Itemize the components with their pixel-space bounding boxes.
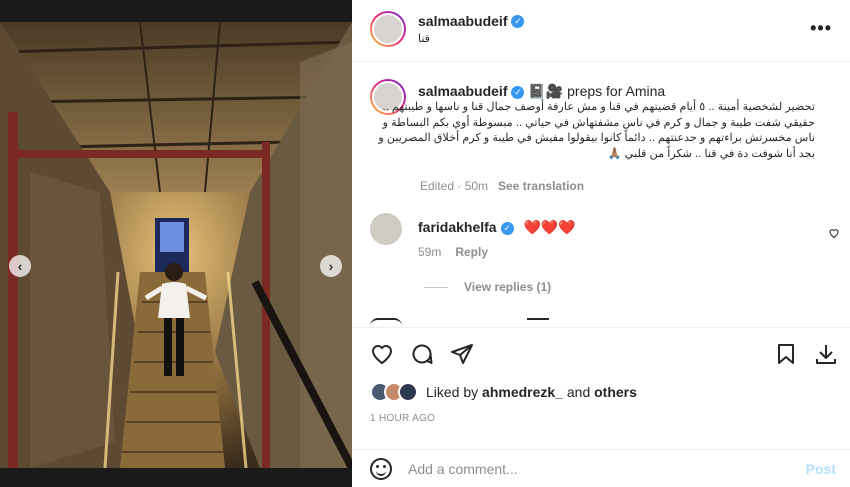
next-slide-button[interactable]: › [320,255,342,277]
chevron-right-icon: › [328,258,334,274]
liked-by-prefix: Liked by [426,384,479,400]
reply-button[interactable]: Reply [455,245,488,259]
commenter-username[interactable]: faridakhelfa [418,219,497,235]
more-options-button[interactable]: ••• [810,18,832,39]
post-location[interactable]: قنا [418,32,430,45]
view-replies-button[interactable]: View replies (1) [424,280,551,294]
action-bar [352,327,850,377]
next-comment-avatar-peek [370,318,402,326]
share-send-icon[interactable] [450,342,474,366]
commenter-avatar[interactable] [370,213,402,245]
emoji-picker-icon[interactable] [370,458,392,480]
author-username[interactable]: salmaabudeif [418,13,507,29]
next-comment-peek [527,318,549,320]
previous-slide-button[interactable]: ‹ [9,255,31,277]
temple-photo [0,22,352,468]
view-replies-label: View replies (1) [464,280,552,294]
chevron-left-icon: ‹ [17,258,23,274]
liker-avatar [398,382,418,402]
download-icon[interactable] [814,342,838,366]
author-avatar[interactable] [370,11,406,47]
comment-text: ❤️❤️❤️ [523,219,576,235]
caption-text: تحضير لشخصية أمينة .. ٥ أيام قضيتهم في ق… [378,101,815,160]
verified-badge-icon: ✓ [511,85,525,99]
see-translation-link[interactable]: See translation [498,179,584,193]
liked-by-others-link[interactable]: others [594,384,637,400]
add-comment-input[interactable] [408,459,788,479]
like-heart-icon[interactable] [370,342,394,366]
caption-title: 📓🎥 preps for Amina [528,83,666,99]
verified-badge-icon: ✓ [500,221,514,235]
post-comment-button[interactable]: Post [806,461,836,477]
comment-bubble-icon[interactable] [410,342,434,366]
verified-badge-icon: ✓ [511,15,525,29]
liked-by-connector: and [566,384,591,400]
caption-edited-time: Edited · 50m [420,179,489,193]
replies-divider [424,286,448,288]
save-bookmark-icon[interactable] [774,342,798,366]
like-comment-heart-icon[interactable] [828,227,840,239]
likes-summary: Liked by ahmedrezk_ and others [370,382,637,402]
post-details-panel: salmaabudeif ✓ قنا ••• salmaabudeif ✓ 📓🎥 p… [352,0,850,487]
comment-age: 59m [418,245,442,259]
liked-by-user-link[interactable]: ahmedrezk_ [482,384,563,400]
post-timestamp[interactable]: 1 HOUR AGO [370,413,435,424]
caption-author-username[interactable]: salmaabudeif [418,83,507,99]
add-comment-bar: Post [352,449,850,487]
post-media[interactable]: ‹ › [0,22,352,468]
post-header: salmaabudeif ✓ قنا ••• [352,0,850,62]
